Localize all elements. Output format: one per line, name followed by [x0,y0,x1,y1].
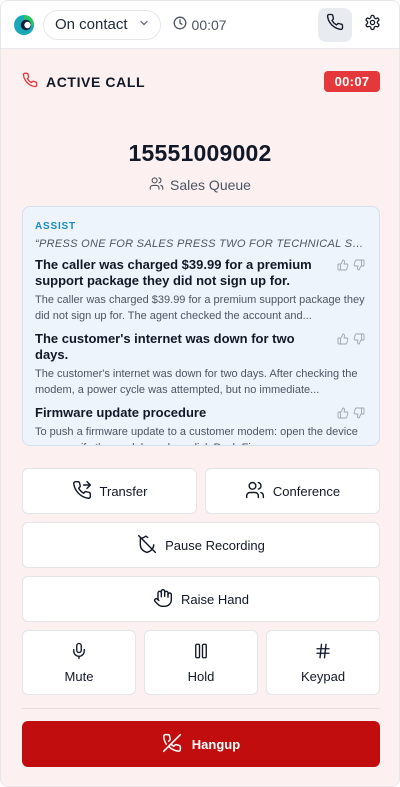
caller-number: 15551009002 [128,140,272,166]
clock-icon [173,16,187,33]
thumbs-down-icon[interactable] [353,258,365,276]
feedback-buttons [337,406,365,424]
conference-label: Conference [272,483,341,499]
pause-recording-label: Pause Recording [165,537,265,553]
call-timer-badge: 00:07 [324,71,380,92]
pause-icon [192,642,210,663]
thumbs-down-icon[interactable] [353,406,365,424]
suggestion-body: To push a firmware update to a customer … [35,426,358,445]
active-call-panel: ACTIVE CALL 00:07 15551009002 Sales Queu… [1,49,399,786]
raise-hand-button[interactable]: Raise Hand [22,576,380,622]
mute-label: Mute [64,668,94,684]
thumbs-up-icon[interactable] [337,332,349,350]
users-icon [149,176,164,194]
feedback-buttons [337,258,365,276]
call-duration-text: 00:07 [191,16,227,33]
call-header: ACTIVE CALL 00:07 [22,71,380,93]
divider [22,708,380,709]
assist-transcript-quote: “PRESS ONE FOR SALES PRESS TWO FOR TECHN… [35,238,367,250]
thumbs-down-icon[interactable] [353,332,365,350]
assist-title: ASSIST [35,221,76,232]
assist-suggestion[interactable]: The caller was charged $39.99 for a prem… [35,257,367,324]
suggestion-body: The caller was charged $39.99 for a prem… [35,294,365,322]
pause-recording-button[interactable]: Pause Recording [22,522,380,568]
active-call-label: ACTIVE CALL [46,74,146,90]
thumbs-up-icon[interactable] [337,258,349,276]
suggestion-body: The customer's internet was down for two… [35,368,358,396]
phone-tab-button[interactable] [318,7,352,42]
softphone-window: On contact 00:07 ACTIVE CALL 00:07 15551… [0,0,400,787]
shield-off-icon [137,534,157,557]
keypad-button[interactable]: Keypad [266,630,380,695]
transfer-label: Transfer [99,483,148,499]
hash-icon [314,642,332,663]
keypad-label: Keypad [300,668,346,684]
suggestion-title: Firmware update procedure [35,405,207,420]
thumbs-up-icon[interactable] [337,406,349,424]
status-dropdown[interactable]: On contact [43,9,161,40]
gear-icon [364,14,381,36]
feedback-buttons [337,332,365,350]
phone-icon [326,13,344,36]
assist-suggestion[interactable]: The customer's internet was down for two… [35,331,367,398]
raise-hand-label: Raise Hand [181,591,249,607]
app-logo-icon [13,14,35,36]
suggestion-title: The customer's internet was down for two… [35,331,295,362]
assist-card: ASSIST “PRESS ONE FOR SALES PRESS TWO FO… [22,206,380,446]
phone-ringing-icon [22,72,38,93]
transfer-button[interactable]: Transfer [22,468,197,514]
chevron-down-icon [138,16,150,33]
top-bar: On contact 00:07 [1,1,399,49]
microphone-icon [70,642,88,663]
hold-label: Hold [187,668,215,684]
hand-icon [153,588,173,611]
hold-button[interactable]: Hold [144,630,258,695]
phone-off-icon [162,733,182,756]
conference-button[interactable]: Conference [205,468,380,514]
hangup-label: Hangup [191,736,241,752]
users-icon [245,480,265,503]
hangup-button[interactable]: Hangup [22,721,380,767]
mute-button[interactable]: Mute [22,630,136,695]
settings-button[interactable] [355,8,389,42]
assist-suggestion[interactable]: Firmware update procedure To push a firm… [35,405,367,445]
queue-name: Sales Queue [170,177,251,193]
queue-info: Sales Queue [1,176,399,194]
call-duration: 00:07 [173,16,227,33]
suggestion-title: The caller was charged $39.99 for a prem… [35,257,312,288]
phone-forward-icon [72,480,92,503]
status-value: On contact [55,16,128,33]
